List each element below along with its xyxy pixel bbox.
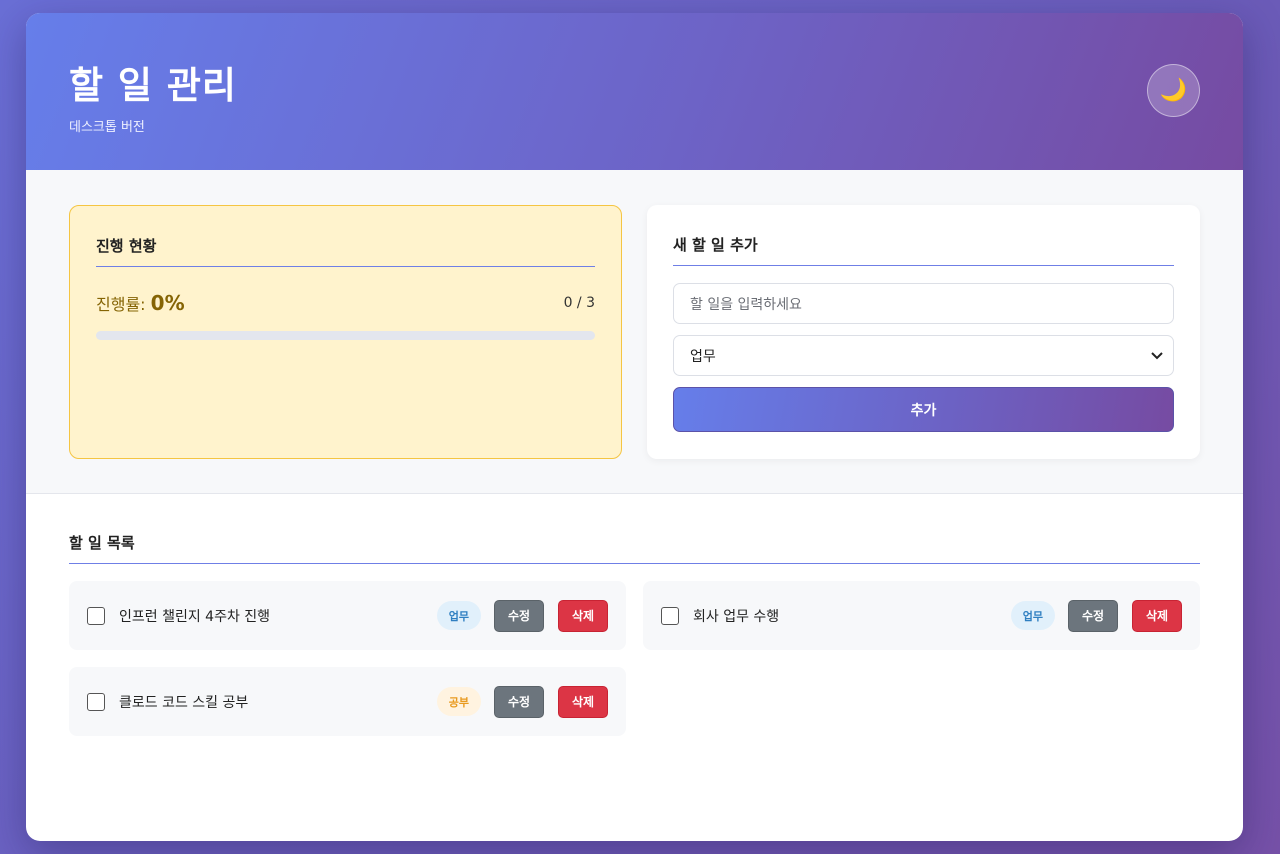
todo-checkbox[interactable] [87,692,105,711]
add-todo-title: 새 할 일 추가 [673,205,1174,266]
add-button[interactable]: 추가 [673,387,1174,432]
todo-text: 클로드 코드 스킬 공부 [119,694,249,711]
todo-checkbox[interactable] [87,606,105,625]
todo-input[interactable]: 할 일을 입력하세요 [673,283,1174,324]
todo-list-section: 할 일 목록 인프런 챌린지 4주차 진행 업무 수정 삭제 회사 업무 수행 … [26,494,1243,736]
delete-button[interactable]: 삭제 [558,599,608,632]
progress-card: 진행 현황 진행률: 0% 0 / 3 [69,205,622,459]
category-select[interactable]: 업무 [673,335,1174,376]
edit-button[interactable]: 수정 [494,599,544,632]
edit-button[interactable]: 수정 [494,685,544,718]
todo-item: 회사 업무 수행 업무 수정 삭제 [643,581,1200,650]
progress-row: 진행률: 0% 0 / 3 [96,291,595,315]
todo-list-title: 할 일 목록 [69,494,1200,564]
progress-label: 진행률: 0% [96,291,185,315]
delete-button[interactable]: 삭제 [558,685,608,718]
todo-list: 인프런 챌린지 4주차 진행 업무 수정 삭제 회사 업무 수행 업무 수정 삭… [69,581,1200,736]
category-select-value: 업무 [690,348,716,365]
category-badge: 공부 [436,687,481,716]
add-todo-card: 새 할 일 추가 할 일을 입력하세요 업무 추가 [647,205,1200,459]
app-header: 할 일 관리 데스크톱 버전 🌙 [26,13,1243,170]
chevron-down-icon [1151,349,1163,363]
page-subtitle: 데스크톱 버전 [69,120,145,135]
todo-item: 인프런 챌린지 4주차 진행 업무 수정 삭제 [69,581,626,650]
todo-text: 인프런 챌린지 4주차 진행 [119,608,271,625]
theme-toggle-button[interactable]: 🌙 [1147,64,1200,117]
category-badge: 업무 [1010,601,1055,630]
progress-label-text: 진행률: [96,295,146,314]
delete-button[interactable]: 삭제 [1132,599,1182,632]
app-window: 할 일 관리 데스크톱 버전 🌙 진행 현황 진행률: 0% 0 / 3 새 할… [26,13,1243,841]
todo-item: 클로드 코드 스킬 공부 공부 수정 삭제 [69,667,626,736]
todo-text: 회사 업무 수행 [693,608,780,625]
todo-checkbox[interactable] [661,606,679,625]
progress-count: 0 / 3 [563,295,595,311]
edit-button[interactable]: 수정 [1068,599,1118,632]
page-title: 할 일 관리 [69,64,237,107]
progress-title: 진행 현황 [96,206,595,267]
category-badge: 업무 [436,601,481,630]
moon-icon: 🌙 [1159,78,1188,103]
progress-bar [96,331,595,340]
progress-percent: 0% [150,291,185,315]
top-section: 진행 현황 진행률: 0% 0 / 3 새 할 일 추가 할 일을 입력하세요 … [26,170,1243,494]
